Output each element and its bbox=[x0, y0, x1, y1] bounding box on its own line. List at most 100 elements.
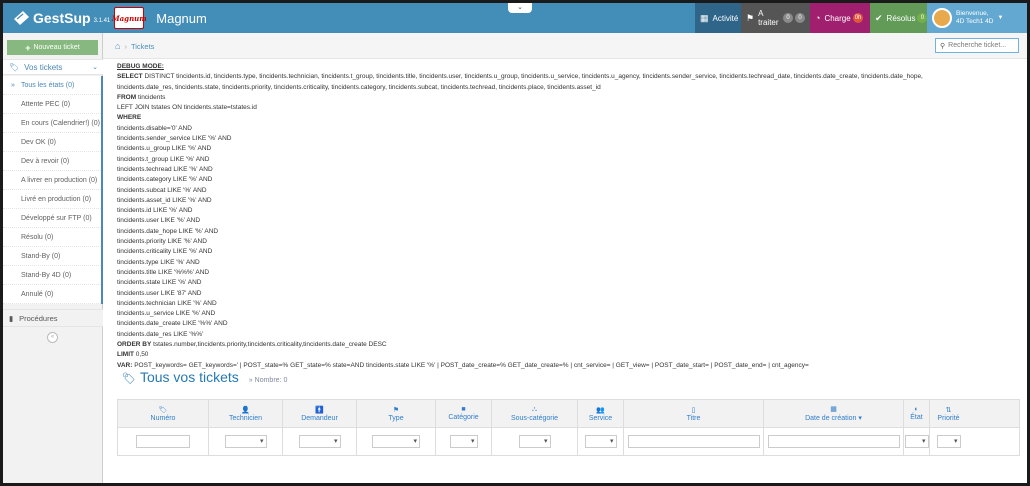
sql-condition: tincidents.title LIKE '%%%' AND bbox=[117, 268, 210, 276]
app-window: GestSup 3.1.41 Magnum Magnum ⌄ ▦ Activit… bbox=[3, 3, 1027, 483]
user-icon: 👤 bbox=[241, 406, 250, 414]
filter-select[interactable] bbox=[372, 435, 420, 448]
filter-cell bbox=[904, 428, 930, 455]
filter-select[interactable] bbox=[298, 435, 341, 448]
sort-icon: ⇅ bbox=[945, 406, 952, 414]
submenu-item[interactable]: Tous les états (0) bbox=[3, 76, 101, 95]
column-header[interactable]: 🏷 Numéro bbox=[118, 400, 209, 427]
collapse-sidebar-button[interactable]: « bbox=[47, 332, 58, 343]
sidebar-item-procedures[interactable]: ▮ Procédures bbox=[3, 309, 103, 327]
flag-icon: ⚑ bbox=[392, 406, 400, 414]
submenu-item[interactable]: Dev OK (0) bbox=[3, 133, 101, 152]
sql-condition: tincidents.user LIKE '%' AND bbox=[117, 217, 201, 225]
resolved-button[interactable]: ✔ Résolus 0 bbox=[870, 3, 928, 33]
submenu-item[interactable]: Développé sur FTP (0) bbox=[3, 209, 101, 228]
page-header: 🏷 Tous vos tickets » Nombre: 0 bbox=[122, 369, 287, 385]
filter-input[interactable] bbox=[627, 435, 760, 448]
to-process-button[interactable]: ⚑ A traiter 0 0 bbox=[741, 3, 810, 33]
to-process-badge: 0 bbox=[783, 13, 793, 23]
column-header[interactable]: ■ Catégorie bbox=[436, 400, 492, 427]
user-menu[interactable]: Bienvenue, 4D Tech1 4D ▼ bbox=[927, 3, 1027, 33]
column-header[interactable]: 👤 Technicien bbox=[209, 400, 283, 427]
new-ticket-label: Nouveau ticket bbox=[33, 44, 80, 51]
sitemap-icon: ⛬ bbox=[532, 405, 537, 413]
column-header-label: Demandeur bbox=[301, 414, 338, 422]
breadcrumb-current[interactable]: Tickets bbox=[131, 42, 154, 51]
column-header[interactable]: ▦ Date de création ▾ bbox=[764, 400, 904, 427]
calendar-icon: ▦ bbox=[830, 406, 837, 413]
sql-condition: tincidents.t_group LIKE '%' AND bbox=[117, 155, 210, 163]
search-placeholder: Recherche ticket... bbox=[948, 42, 1007, 49]
welcome-text: Bienvenue, bbox=[956, 10, 989, 17]
column-header[interactable]: 👥 Service bbox=[578, 400, 624, 427]
table-header: 🏷 Numéro 👤 Technicien 🚹 Demandeur ⚑ Type ■ Catégo… bbox=[118, 400, 1019, 428]
filter-input[interactable] bbox=[767, 435, 900, 448]
home-icon[interactable]: ⌂ bbox=[115, 41, 120, 51]
sql-select: SELECT bbox=[117, 73, 143, 81]
column-header-label: Type bbox=[388, 414, 404, 422]
header-toggle[interactable]: ⌄ bbox=[508, 3, 532, 13]
column-header[interactable]: ⇅ Priorité bbox=[930, 400, 967, 427]
count-value: Nombre: 0 bbox=[254, 377, 288, 384]
sql-from: FROM bbox=[117, 93, 137, 101]
submenu-item[interactable]: Attente PEC (0) bbox=[3, 95, 101, 114]
tickets-icon: 🏷 bbox=[122, 373, 136, 385]
sql-condition: tincidents.criticality LIKE '%' AND bbox=[117, 248, 213, 256]
file-icon: ▯ bbox=[691, 406, 696, 414]
column-header[interactable]: ▯ Titre bbox=[624, 400, 764, 427]
filter-select[interactable] bbox=[936, 435, 961, 448]
sql-where: WHERE bbox=[117, 114, 142, 122]
column-header[interactable]: ◐ État bbox=[904, 400, 930, 427]
ticket-state-submenu: Tous les états (0) Attente PEC (0) En co… bbox=[3, 76, 103, 304]
sql-var: VAR: bbox=[117, 361, 133, 369]
sql-limit: LIMIT bbox=[117, 351, 134, 359]
submenu-item[interactable]: En cours (Calendrier!) (0) bbox=[3, 114, 101, 133]
filter-input[interactable] bbox=[136, 435, 190, 448]
adjust-icon: ◐ bbox=[914, 406, 919, 413]
search-icon: ⚲ bbox=[940, 42, 946, 50]
submenu-item[interactable]: Stand-By 4D (0) bbox=[3, 266, 101, 285]
new-ticket-button[interactable]: + Nouveau ticket bbox=[7, 40, 98, 55]
sql-order: ORDER BY bbox=[117, 341, 152, 349]
sql-condition: tincidents.date_create LIKE '%%' AND bbox=[117, 320, 228, 328]
activity-button[interactable]: ▦ Activité bbox=[695, 3, 741, 33]
sql-condition: tincidents.u_service LIKE '%' AND bbox=[117, 310, 216, 318]
resolved-label: Résolus bbox=[886, 13, 916, 23]
submenu-item[interactable]: Livré en production (0) bbox=[3, 190, 101, 209]
filter-select[interactable] bbox=[904, 435, 929, 448]
filter-select[interactable] bbox=[584, 435, 617, 448]
submenu-item[interactable]: Annulé (0) bbox=[3, 285, 101, 304]
sql-var-values: POST_keywords= GET_keywords=' | POST_sta… bbox=[132, 361, 809, 369]
sql-condition: tincidents.u_group LIKE '%' AND bbox=[117, 145, 212, 153]
column-header-label: Technicien bbox=[228, 414, 263, 422]
submenu-item[interactable]: Résolu (0) bbox=[3, 228, 101, 247]
filter-cell bbox=[209, 428, 283, 455]
company-name: Magnum bbox=[156, 10, 207, 26]
search-input[interactable]: ⚲ Recherche ticket... bbox=[935, 38, 1019, 53]
column-header[interactable]: ⛬ Sous-catégorie bbox=[492, 400, 578, 427]
version: 3.1.41 bbox=[93, 18, 111, 24]
sql-condition: tincidents.state LIKE '%' AND bbox=[117, 279, 202, 287]
sql-condition: tincidents.disable='0' AND bbox=[117, 124, 192, 132]
table-filter-row bbox=[118, 428, 1019, 455]
filter-select[interactable] bbox=[449, 435, 478, 448]
sql-condition: tincidents.user LIKE '87' AND bbox=[117, 289, 202, 297]
column-header[interactable]: 🚹 Demandeur bbox=[283, 400, 357, 427]
workload-button[interactable]: ◔ Charge 0h bbox=[810, 3, 870, 33]
submenu-item[interactable]: Stand-By (0) bbox=[3, 247, 101, 266]
sidebar-item-vos-tickets[interactable]: 🏷 Vos tickets ⌄ bbox=[3, 59, 103, 75]
to-process-label: A traiter bbox=[758, 9, 779, 27]
column-header[interactable]: ⚑ Type bbox=[357, 400, 436, 427]
dashboard-icon: ◔ bbox=[815, 13, 821, 23]
debug-title: DEBUG MODE: bbox=[117, 63, 164, 70]
users-icon: 👥 bbox=[596, 406, 605, 414]
brand[interactable]: GestSup 3.1.41 Magnum Magnum bbox=[12, 7, 207, 29]
filter-select[interactable] bbox=[518, 435, 551, 448]
resolved-badge: 0 bbox=[917, 13, 928, 23]
column-header-label: Numéro bbox=[150, 414, 176, 422]
filter-select[interactable] bbox=[224, 435, 267, 448]
submenu-item[interactable]: A livrer en production (0) bbox=[3, 171, 101, 190]
submenu-item[interactable]: Dev à revoir (0) bbox=[3, 152, 101, 171]
to-process-badge-2: 0 bbox=[795, 13, 805, 23]
ticket-icon: 🏷 bbox=[9, 62, 20, 72]
